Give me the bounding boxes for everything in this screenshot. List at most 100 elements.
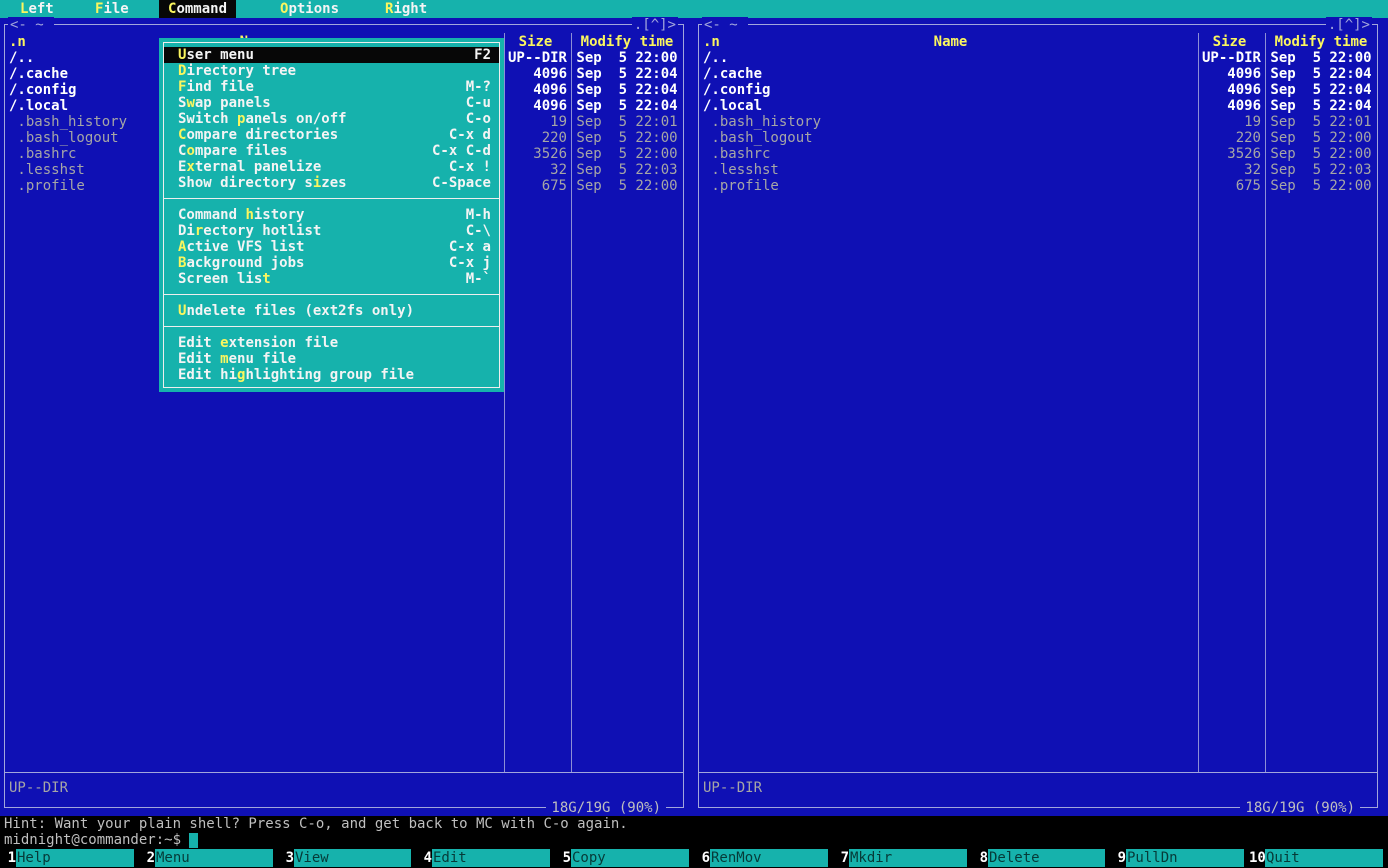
menu-item-find-file[interactable]: Find fileM-? xyxy=(164,79,499,95)
column-header-mtime[interactable]: Modify time xyxy=(1265,34,1377,50)
file-size: 32 xyxy=(504,162,571,178)
file-mtime: Sep 5 22:00 xyxy=(1265,146,1377,162)
file-size: 19 xyxy=(504,114,571,130)
file-row-.lesshst[interactable]: .lesshst32Sep 5 22:03 xyxy=(699,162,1377,178)
menu-item-shortcut: C-x C-d xyxy=(432,143,491,159)
menu-item-label: Edit extension file xyxy=(178,335,338,351)
menu-item-label: Compare files xyxy=(178,143,288,159)
sort-indicator: .n xyxy=(9,34,26,50)
label-post: ight xyxy=(393,1,427,17)
menu-item-background-jobs[interactable]: Background jobsC-x j xyxy=(164,255,499,271)
panel-right: <- ~ .[^]>.nNameSizeModify time/..UP--DI… xyxy=(694,18,1384,816)
menu-item-shortcut: F2 xyxy=(474,47,491,63)
file-row-.bashrc[interactable]: .bashrc3526Sep 5 22:00 xyxy=(699,146,1377,162)
fnkey-3-view[interactable]: 3View xyxy=(278,848,416,868)
column-header-size[interactable]: Size xyxy=(504,34,571,50)
fnkey-4-edit[interactable]: 4Edit xyxy=(416,848,555,868)
menu-item-command-history[interactable]: Command historyM-h xyxy=(164,207,499,223)
menubar-item-command[interactable]: Command xyxy=(159,0,236,18)
free-space-indicator: 18G/19G (90%) xyxy=(1240,800,1360,816)
fnkey-8-delete[interactable]: 8Delete xyxy=(972,848,1110,868)
fnkey-6-renmov[interactable]: 6RenMov xyxy=(694,848,833,868)
fnkey-number: 10 xyxy=(1249,848,1265,868)
file-row-.local[interactable]: /.local4096Sep 5 22:04 xyxy=(699,98,1377,114)
fnkey-10-quit[interactable]: 10Quit xyxy=(1249,848,1388,868)
file-row-.bash_logout[interactable]: .bash_logout220Sep 5 22:00 xyxy=(699,130,1377,146)
file-name: .bashrc xyxy=(699,146,1198,162)
file-row-..[interactable]: /..UP--DIRSep 5 22:00 xyxy=(699,50,1377,66)
hotkey-letter: w xyxy=(186,95,194,111)
file-size: UP--DIR xyxy=(504,50,571,66)
fnkey-number: 4 xyxy=(416,848,432,868)
menu-item-edit-menu-file[interactable]: Edit menu file xyxy=(164,351,499,367)
column-header-name[interactable]: Name xyxy=(703,34,1198,50)
file-row-.config[interactable]: /.config4096Sep 5 22:04 xyxy=(699,82,1377,98)
menu-item-show-directory-sizes[interactable]: Show directory sizesC-Space xyxy=(164,175,499,191)
label-post: enu file xyxy=(229,351,296,367)
fnkey-label: View xyxy=(294,849,411,867)
column-header-size[interactable]: Size xyxy=(1198,34,1265,50)
file-size: 220 xyxy=(504,130,571,146)
menu-item-external-panelize[interactable]: External panelizeC-x ! xyxy=(164,159,499,175)
file-size: 4096 xyxy=(504,98,571,114)
label-post: ompare directories xyxy=(186,127,338,143)
column-header-mtime[interactable]: Modify time xyxy=(571,34,683,50)
menu-item-label: External panelize xyxy=(178,159,321,175)
menu-item-compare-files[interactable]: Compare files C-x C-d xyxy=(164,143,499,159)
menu-item-swap-panels[interactable]: Swap panelsC-u xyxy=(164,95,499,111)
menu-item-active-vfs-list[interactable]: Active VFS listC-x a xyxy=(164,239,499,255)
file-row-.bash_history[interactable]: .bash_history19Sep 5 22:01 xyxy=(699,114,1377,130)
label-pre: Screen lis xyxy=(178,271,262,287)
file-row-.profile[interactable]: .profile675Sep 5 22:00 xyxy=(699,178,1377,194)
file-size: 4096 xyxy=(1198,98,1265,114)
label-post: ommand xyxy=(176,1,227,17)
menu-item-shortcut: C-\ xyxy=(466,223,491,239)
menu-item-label: Compare directories xyxy=(178,127,338,143)
file-name: .bash_logout xyxy=(699,130,1198,146)
fnkey-label: Menu xyxy=(155,849,273,867)
menu-item-label: Directory tree xyxy=(178,63,296,79)
menu-item-user-menu[interactable]: User menuF2 xyxy=(164,47,499,63)
file-mtime: Sep 5 22:00 xyxy=(571,146,683,162)
file-row-.cache[interactable]: /.cache4096Sep 5 22:04 xyxy=(699,66,1377,82)
fnkey-2-menu[interactable]: 2Menu xyxy=(139,848,278,868)
menubar-item-right[interactable]: Right xyxy=(385,0,427,18)
menu-item-compare-directories[interactable]: Compare directoriesC-x d xyxy=(164,127,499,143)
file-size: 4096 xyxy=(1198,82,1265,98)
label-post: mpare files xyxy=(195,143,288,159)
fnkey-number: 5 xyxy=(555,848,571,868)
menu-item-switch-panels-on-off[interactable]: Switch panels on/offC-o xyxy=(164,111,499,127)
fnkey-7-mkdir[interactable]: 7Mkdir xyxy=(833,848,972,868)
menu-item-directory-tree[interactable]: Directory tree xyxy=(164,63,499,79)
fnkey-number: 6 xyxy=(694,848,710,868)
file-size: 32 xyxy=(1198,162,1265,178)
panel-path-marker[interactable]: <- ~ xyxy=(702,17,748,33)
panel-resize-marker[interactable]: .[^]> xyxy=(1326,17,1372,33)
menu-item-undelete-files-ext2fs-only[interactable]: Undelete files (ext2fs only) xyxy=(164,303,499,319)
fnkey-9-pulldn[interactable]: 9PullDn xyxy=(1110,848,1249,868)
file-size: 675 xyxy=(1198,178,1265,194)
menu-item-shortcut: M-h xyxy=(466,207,491,223)
file-mtime: Sep 5 22:01 xyxy=(571,114,683,130)
shell-prompt[interactable]: midnight@commander:~$ xyxy=(4,832,198,848)
menubar-item-left[interactable]: Left xyxy=(20,0,54,18)
menubar-item-file[interactable]: File xyxy=(95,0,129,18)
file-mtime: Sep 5 22:04 xyxy=(1265,82,1377,98)
file-size: 4096 xyxy=(504,82,571,98)
label-post: ser menu xyxy=(186,47,253,63)
fnkey-5-copy[interactable]: 5Copy xyxy=(555,848,694,868)
menu-item-edit-extension-file[interactable]: Edit extension file xyxy=(164,335,499,351)
fnkey-1-help[interactable]: 1Help xyxy=(0,848,139,868)
label-post: ndelete files (ext2fs only) xyxy=(186,303,414,319)
menu-item-edit-highlighting-group-file[interactable]: Edit highlighting group file xyxy=(164,367,499,383)
panel-resize-marker[interactable]: .[^]> xyxy=(632,17,678,33)
file-name: /.. xyxy=(699,50,1198,66)
label-post: ectory hotlist xyxy=(203,223,321,239)
panel-path-marker[interactable]: <- ~ xyxy=(8,17,54,33)
menubar-item-options[interactable]: Options xyxy=(280,0,339,18)
hotkey-letter: x xyxy=(186,159,194,175)
menu-item-screen-list[interactable]: Screen listM-` xyxy=(164,271,499,287)
file-mtime: Sep 5 22:04 xyxy=(1265,66,1377,82)
file-mtime: Sep 5 22:03 xyxy=(571,162,683,178)
menu-item-directory-hotlist[interactable]: Directory hotlistC-\ xyxy=(164,223,499,239)
